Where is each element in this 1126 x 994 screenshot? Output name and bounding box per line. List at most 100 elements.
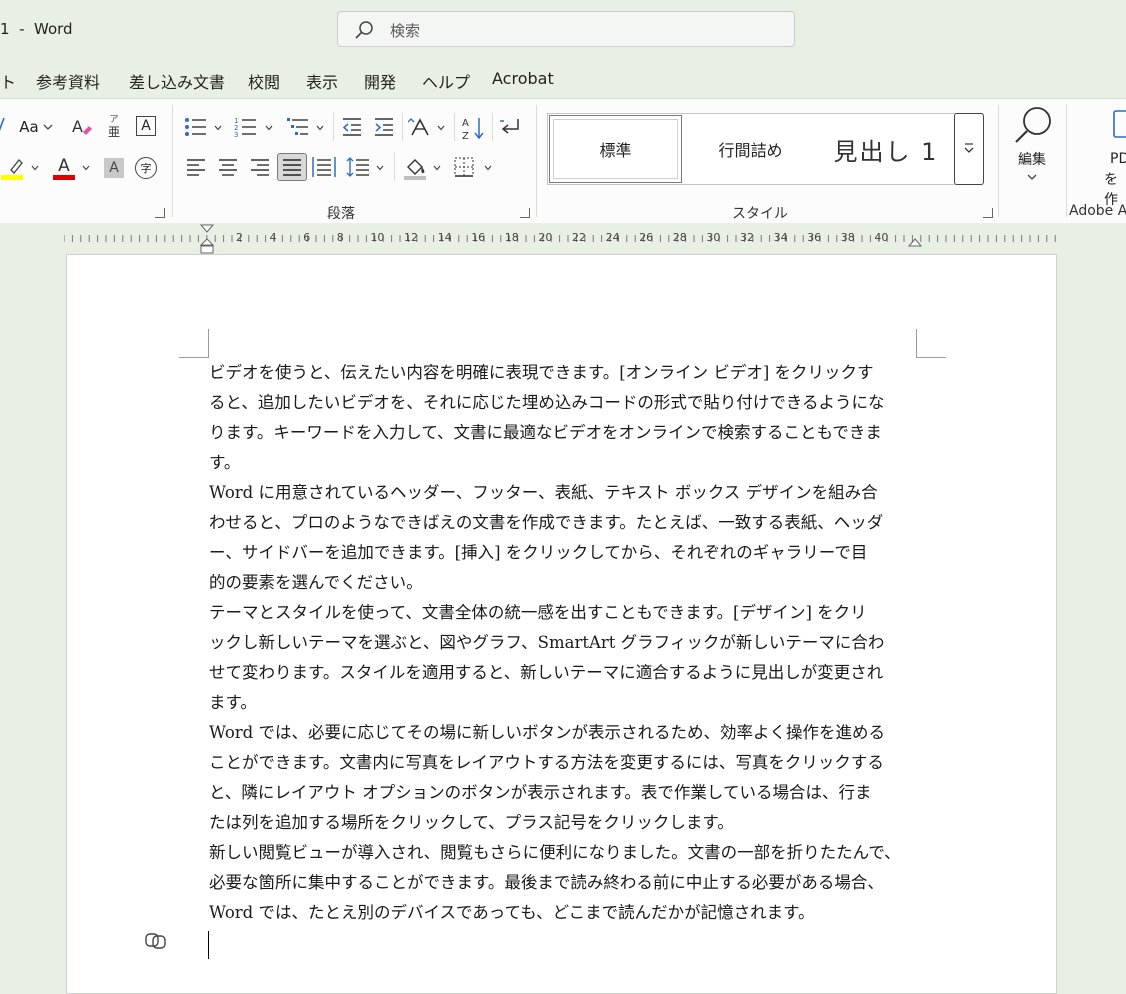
chevron-down-icon[interactable] xyxy=(437,125,445,131)
show-formatting-marks-button[interactable] xyxy=(498,116,522,138)
group-separator xyxy=(172,105,173,217)
tab-review[interactable]: 校閲 xyxy=(248,69,280,93)
magnifier-icon xyxy=(1015,107,1051,143)
document-page[interactable]: ビデオを使うと、伝えたい内容を明確に表現できます。[オンライン ビデオ] をクリ… xyxy=(66,254,1057,994)
separator xyxy=(454,113,455,141)
tab-references[interactable]: 参考資料 xyxy=(36,69,100,93)
change-case-label: Aa xyxy=(19,118,39,136)
font-color-button[interactable]: A xyxy=(52,155,76,181)
document-line[interactable]: ビデオを使うと、伝えたい内容を明確に表現できます。[オンライン ビデオ] をクリ… xyxy=(209,358,929,388)
document-line[interactable]: 新しい閲覧ビューが導入され、閲覧もさらに便利になりました。文書の一部を折りたたん… xyxy=(209,838,929,868)
change-case-button[interactable]: Aa xyxy=(14,115,58,139)
tab-acrobat[interactable]: Acrobat xyxy=(492,69,554,88)
align-right-button[interactable] xyxy=(249,157,271,177)
shading-button[interactable] xyxy=(402,155,428,181)
font-color-label: A xyxy=(58,155,70,176)
line-spacing-button[interactable] xyxy=(346,156,370,178)
tab-layout-partial[interactable]: ト xyxy=(0,69,16,93)
document-line[interactable]: 的の要素を選んでください。 xyxy=(209,568,929,598)
create-pdf-label-line1[interactable]: PD xyxy=(1110,151,1126,167)
chevron-down-icon[interactable] xyxy=(214,125,222,131)
tab-mailings[interactable]: 差し込み文書 xyxy=(129,69,225,93)
document-line[interactable]: 必要な箇所に集中することができます。最後まで読み終わる前に中止する必要がある場合… xyxy=(209,868,929,898)
document-line[interactable]: Word では、必要に応じてその場に新しいボタンが表示されるため、効率よく操作を… xyxy=(209,718,929,748)
search-box[interactable]: 検索 xyxy=(337,11,795,47)
align-center-button[interactable] xyxy=(217,157,239,177)
document-line[interactable]: ります。キーワードを入力して、文書に最適なビデオをオンラインで検索することもでき… xyxy=(209,418,929,448)
separator xyxy=(394,153,395,181)
character-border-button[interactable]: A xyxy=(136,116,156,136)
text-direction-button[interactable] xyxy=(408,116,432,138)
paragraph-dialog-launcher-icon[interactable] xyxy=(520,208,530,218)
align-left-button[interactable] xyxy=(185,157,207,177)
separator xyxy=(333,113,334,141)
multilevel-list-button[interactable] xyxy=(286,116,310,138)
ruler-number: 24 xyxy=(605,231,620,244)
character-shading-button[interactable]: A xyxy=(104,158,124,178)
document-body[interactable]: ビデオを使うと、伝えたい内容を明確に表現できます。[オンライン ビデオ] をクリ… xyxy=(209,358,929,928)
sort-button[interactable]: A Z xyxy=(462,115,486,141)
margin-corner-top-right xyxy=(916,329,946,358)
borders-icon xyxy=(454,157,474,177)
numbering-button[interactable]: 1 2 3 xyxy=(234,116,258,138)
editing-button[interactable]: 編集 xyxy=(1006,105,1058,187)
chevron-down-icon xyxy=(43,124,53,130)
bullets-button[interactable] xyxy=(184,116,208,138)
ruler-number: 40 xyxy=(874,231,889,244)
document-line[interactable]: せて変わります。スタイルを適用すると、新しいテーマに適合するように見出しが変更さ… xyxy=(209,658,929,688)
document-line[interactable]: Word では、たとえ別のデバイスであっても、どこまで読んだかが記憶されます。 xyxy=(209,898,929,928)
enclose-characters-button[interactable]: 字 xyxy=(135,157,157,179)
chevron-down-icon[interactable] xyxy=(265,125,273,131)
font-color-swatch xyxy=(53,174,75,180)
styles-dialog-launcher-icon[interactable] xyxy=(983,208,993,218)
chevron-down-icon[interactable] xyxy=(433,165,441,171)
document-line[interactable]: と、隣にレイアウト オプションのボタンが表示されます。表で作業している場合は、行… xyxy=(209,778,929,808)
enclose-characters-label: 字 xyxy=(140,162,152,175)
document-line[interactable]: ックし新しいテーマを選ぶと、図やグラフ、SmartArt グラフィックが新しいテ… xyxy=(209,628,929,658)
style-no-spacing[interactable]: 行間詰め xyxy=(684,114,817,184)
styles-more-button[interactable] xyxy=(954,113,984,185)
indent-marker-icon[interactable] xyxy=(199,223,215,255)
phonetic-bottom-label: 亜 xyxy=(107,125,120,139)
font-partial-icon[interactable] xyxy=(0,116,6,136)
chevron-down-icon[interactable] xyxy=(316,125,324,131)
copilot-icon[interactable] xyxy=(145,931,167,951)
tab-view[interactable]: 表示 xyxy=(306,69,338,93)
style-heading-1[interactable]: 見出し 1 xyxy=(820,114,952,184)
clear-formatting-button[interactable]: A xyxy=(70,115,94,139)
style-normal[interactable]: 標準 xyxy=(549,115,682,183)
tab-developer[interactable]: 開発 xyxy=(364,69,396,93)
document-line[interactable]: ことができます。文書内に写真をレイアウトする方法を変更するには、写真をクリックす… xyxy=(209,748,929,778)
align-right-icon xyxy=(251,159,269,176)
highlight-button[interactable] xyxy=(0,155,26,181)
justify-button[interactable] xyxy=(277,153,307,181)
chevron-down-icon[interactable] xyxy=(376,165,384,171)
document-line[interactable]: ます。 xyxy=(209,688,929,718)
create-pdf-icon[interactable] xyxy=(1110,109,1126,139)
distributed-button[interactable] xyxy=(312,156,336,178)
document-line[interactable]: わせると、プロのようなできばえの文書を作成できます。たとえば、一致する表紙、ヘッ… xyxy=(209,508,929,538)
ruler-number: 30 xyxy=(706,231,721,244)
horizontal-ruler[interactable]: 2 4 6 8 10 12 14 16 18 20 22 24 26 28 30 32 34 36 38 40 xyxy=(0,223,1126,254)
document-line[interactable]: テーマとスタイルを使って、文書全体の統一感を出すこともできます。[デザイン] を… xyxy=(209,598,929,628)
ruler-number: 16 xyxy=(471,231,486,244)
document-line[interactable]: Word に用意されているヘッダー、フッター、表紙、テキスト ボックス デザイン… xyxy=(209,478,929,508)
document-line[interactable]: ー、サイドバーを追加できます。[挿入] をクリックしてから、それぞれのギャラリー… xyxy=(209,538,929,568)
right-indent-marker-icon[interactable] xyxy=(908,237,922,249)
distributed-icon xyxy=(312,157,336,177)
document-line[interactable]: す。 xyxy=(209,448,929,478)
document-line[interactable]: たは列を追加する場所をクリックして、プラス記号をクリックします。 xyxy=(209,808,929,838)
tab-help[interactable]: ヘルプ xyxy=(422,69,470,93)
window-title: 1 - Word xyxy=(0,20,73,38)
separator xyxy=(492,113,493,141)
document-line[interactable]: ると、追加したいビデオを、それに応じた埋め込みコードの形式で貼り付けできるように… xyxy=(209,388,929,418)
styles-group-label: スタイル xyxy=(732,206,788,222)
phonetic-guide-button[interactable]: ア 亜 xyxy=(104,113,124,141)
decrease-indent-button[interactable] xyxy=(341,116,363,138)
chevron-down-icon[interactable] xyxy=(31,165,39,171)
font-dialog-launcher-icon[interactable] xyxy=(155,208,165,218)
borders-button[interactable] xyxy=(453,156,475,178)
chevron-down-icon[interactable] xyxy=(82,165,90,171)
chevron-down-icon[interactable] xyxy=(484,165,492,171)
increase-indent-button[interactable] xyxy=(373,116,395,138)
